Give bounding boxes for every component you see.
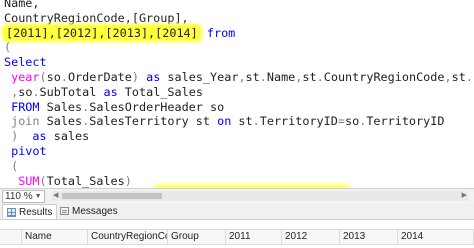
code-token: st <box>302 69 317 84</box>
code-line: Name, <box>4 0 474 11</box>
row-number-header[interactable] <box>0 230 22 244</box>
column-header[interactable]: 2011 <box>226 230 282 244</box>
results-tabs: Results Messages <box>0 203 474 220</box>
results-grid: Name CountryRegionCode Group 2011 2012 2… <box>0 220 474 248</box>
results-grid-header-row: Name CountryRegionCode Group 2011 2012 2… <box>0 229 474 245</box>
code-token: ) <box>4 129 19 144</box>
code-token: so <box>18 84 33 99</box>
messages-icon <box>60 207 69 215</box>
code-token: CountryRegionCode <box>323 69 445 84</box>
zoom-dropdown[interactable]: 110 % ▼ <box>2 189 45 203</box>
code-line: CountryRegionCode,[Group], <box>4 11 474 26</box>
code-line: ,so.SubTotal as Total_Sales <box>4 85 474 100</box>
highlighted-code-token: [2011],[2012],[2013],[2014] <box>4 25 200 40</box>
code-token: . <box>252 114 260 129</box>
column-header[interactable]: CountryRegionCode <box>88 230 168 244</box>
code-token: sales_Year <box>167 69 239 84</box>
code-token: ( <box>4 40 12 55</box>
code-token: FROM <box>4 99 47 114</box>
chevron-down-icon: ▼ <box>34 192 42 200</box>
tab-messages[interactable]: Messages <box>56 204 122 218</box>
code-token: on <box>217 114 239 129</box>
code-token: . <box>60 69 68 84</box>
zoom-control[interactable]: 110 % ▼ <box>2 189 45 203</box>
code-token: SUM <box>4 173 40 188</box>
code-token: from <box>199 25 236 40</box>
code-line: year(so.OrderDate) as sales_Year,st.Name… <box>4 70 474 85</box>
code-token: Name, <box>4 0 40 10</box>
code-line: FROM Sales.SalesOrderHeader so <box>4 100 474 115</box>
code-token: ) <box>131 69 139 84</box>
code-token: . <box>259 69 267 84</box>
code-token: ( <box>39 69 47 84</box>
code-token: . <box>316 69 324 84</box>
code-token: Total_Sales <box>124 84 203 99</box>
code-token: Sales <box>46 99 83 114</box>
tab-results-label: Results <box>19 206 53 218</box>
code-token: join <box>4 114 47 129</box>
code-line: SUM(Total_Sales) <box>4 174 474 188</box>
code-token: = <box>337 114 345 129</box>
scroll-left-icon[interactable]: ◀ <box>53 191 58 201</box>
code-token: Sales <box>46 114 83 129</box>
column-header[interactable]: 2013 <box>340 230 398 244</box>
code-token: SalesOrderHeader so <box>89 99 225 114</box>
code-line: pivot <box>4 144 474 159</box>
code-lines: Name, CountryRegionCode,[Group], [2011],[2… <box>4 0 474 188</box>
code-line: ( <box>4 159 474 174</box>
code-token: so <box>46 69 61 84</box>
code-token: TerritoryID <box>366 114 445 129</box>
code-token: Total_Sales <box>46 173 125 188</box>
code-token: , <box>238 69 246 84</box>
tab-messages-label: Messages <box>72 205 118 217</box>
code-token: as <box>18 129 54 144</box>
code-token: st <box>238 114 253 129</box>
column-header[interactable]: 2014 <box>398 230 474 244</box>
code-token: ( <box>4 158 19 173</box>
code-token: , <box>4 84 19 99</box>
code-token: year <box>4 69 40 84</box>
zoom-level: 110 % <box>5 190 33 202</box>
code-token: as <box>96 84 125 99</box>
code-token: TerritoryID <box>259 114 338 129</box>
code-token: CountryRegionCode,[Group], <box>4 10 189 25</box>
code-token: so <box>344 114 360 129</box>
column-header[interactable]: Group <box>168 230 226 244</box>
scrollbar-thumb[interactable] <box>62 193 162 199</box>
code-token: SalesTerritory st <box>89 114 218 129</box>
column-header[interactable]: Name <box>22 230 88 244</box>
code-token: st <box>451 69 466 84</box>
code-line: ) as sales <box>4 129 474 144</box>
code-token: Select <box>4 55 47 70</box>
code-token: . <box>32 84 40 99</box>
query-editor[interactable]: Name, CountryRegionCode,[Group], [2011],[2… <box>0 0 474 188</box>
scroll-right-icon[interactable]: ▶ <box>462 191 467 201</box>
results-grid-icon <box>7 207 16 217</box>
code-token: ( <box>39 173 47 188</box>
code-line: [2011],[2012],[2013],[2014] from <box>4 25 474 41</box>
code-line: ( <box>4 40 474 55</box>
code-token: as <box>138 69 168 84</box>
code-line: Select <box>4 55 474 70</box>
code-token: pivot <box>4 143 47 158</box>
code-token: SubTotal <box>39 84 97 99</box>
code-token: sales <box>53 129 90 144</box>
horizontal-scrollbar[interactable]: ◀ ▶ <box>52 191 468 201</box>
code-token: Name <box>266 69 296 84</box>
code-token: . <box>465 69 473 84</box>
code-token: ) <box>124 173 132 188</box>
code-token: OrderDate <box>67 69 132 84</box>
code-line: join Sales.SalesTerritory st on st.Terri… <box>4 114 474 129</box>
editor-status-bar: 110 % ▼ ◀ ▶ <box>0 188 474 203</box>
column-header[interactable]: 2012 <box>282 230 340 244</box>
code-token: , <box>444 69 452 84</box>
tab-results[interactable]: Results <box>2 204 58 219</box>
code-token: st <box>245 69 260 84</box>
